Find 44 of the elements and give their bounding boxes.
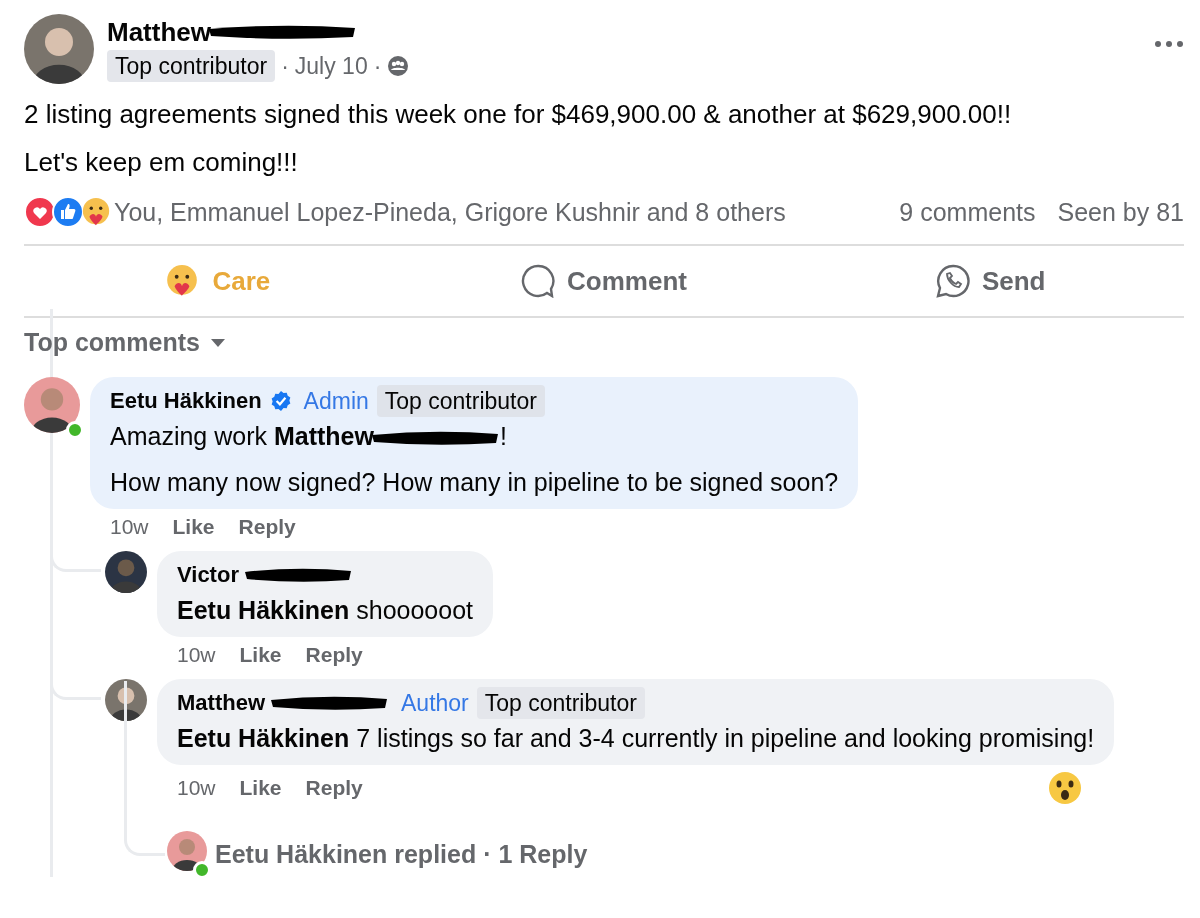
reaction-summary[interactable]: You, Emmanuel Lopez-Pineda, Grigore Kushnir and 8 others	[114, 197, 786, 227]
group-icon	[387, 55, 410, 77]
sort-label[interactable]: Top comments	[24, 328, 200, 357]
replies-link[interactable]: Eetu Häkkinen replied · 1 Reply	[215, 839, 588, 869]
comment-text: Eetu Häkkinen shoooooot	[177, 595, 473, 626]
more-icon[interactable]	[1154, 40, 1184, 48]
caret-icon[interactable]	[209, 337, 226, 348]
reply-link[interactable]: Reply	[305, 776, 363, 800]
chat-bubble-icon	[935, 264, 970, 298]
commenter-name[interactable]: Matthew	[177, 687, 265, 719]
post-text: 2 listing agreements signed this week one for $469,900.00 & another at $629,900.00!!	[24, 98, 1013, 130]
avatar[interactable]	[167, 831, 207, 871]
comment-icon	[521, 264, 556, 298]
avatar[interactable]	[105, 551, 147, 593]
seen-count[interactable]: Seen by 81	[1057, 197, 1184, 227]
comment-button[interactable]: Comment	[410, 246, 798, 316]
post-date[interactable]: July 10	[294, 52, 368, 80]
comment-count[interactable]: 9 comments	[899, 197, 1036, 227]
like-link[interactable]: Like	[172, 515, 215, 539]
comment-text: Amazing work Matthew !	[110, 421, 508, 452]
contributor-badge: Top contributor	[376, 385, 545, 417]
comment-text: How many now signed? How many in pipeline to be signed soon?	[110, 467, 839, 498]
comment-text: Eetu Häkkinen 7 listings so far and 3-4 currently in pipeline and looking promising!	[177, 723, 1095, 754]
like-link[interactable]: Like	[239, 643, 282, 667]
author-name[interactable]: Matthew	[107, 16, 211, 48]
send-button[interactable]: Send	[797, 246, 1184, 316]
separator: ·	[281, 52, 289, 80]
avatar[interactable]	[105, 679, 147, 721]
separator: ·	[373, 52, 382, 80]
commenter-name[interactable]: Eetu Häkkinen	[110, 385, 262, 417]
reaction-icons[interactable]	[24, 196, 108, 228]
avatar[interactable]	[24, 377, 80, 433]
reply-link[interactable]: Reply	[238, 515, 296, 539]
post-text: Let's keep em coming!!!	[24, 146, 299, 178]
contributor-badge: Top contributor	[476, 687, 645, 719]
comment-time: 10w	[177, 643, 216, 667]
comment-time: 10w	[177, 776, 216, 800]
role-label: Admin	[303, 387, 369, 416]
role-label: Author	[401, 689, 469, 718]
contributor-badge: Top contributor	[107, 50, 276, 82]
comment-time: 10w	[110, 515, 149, 539]
reply-link[interactable]: Reply	[305, 643, 363, 667]
like-link[interactable]: Like	[239, 776, 282, 800]
commenter-name[interactable]: Victor	[177, 559, 239, 591]
